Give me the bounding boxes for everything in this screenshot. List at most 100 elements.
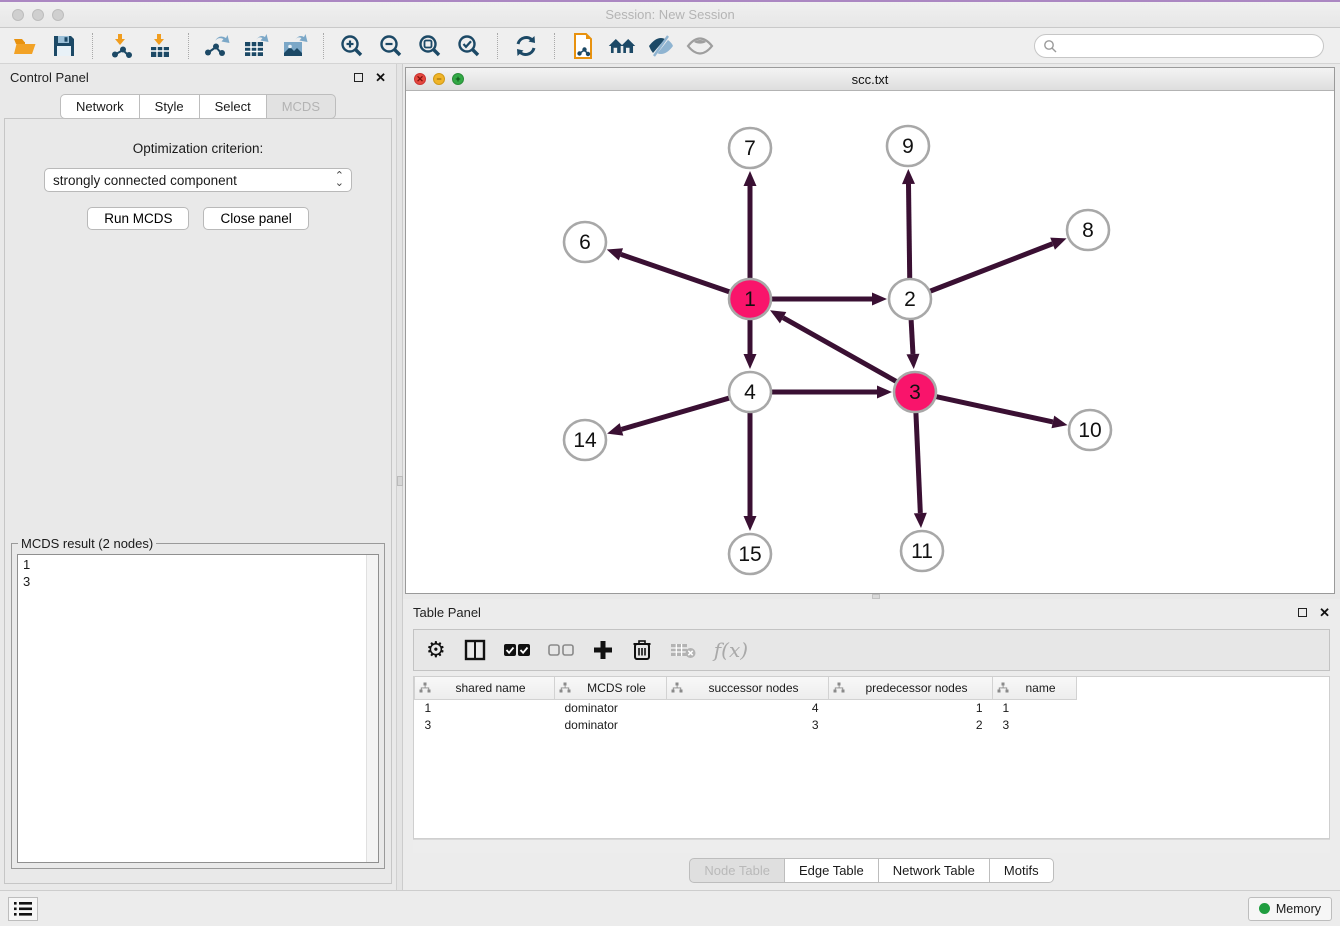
save-session-icon[interactable] <box>49 32 79 60</box>
tab-select[interactable]: Select <box>200 94 267 119</box>
column-type-icon <box>671 682 683 694</box>
edge-arrowhead <box>744 354 757 369</box>
table-row[interactable]: 3dominator323 <box>415 716 1077 733</box>
column-header[interactable]: predecessor nodes <box>829 677 993 699</box>
tab-node-table[interactable]: Node Table <box>689 858 785 883</box>
zoom-selected-icon[interactable] <box>454 32 484 60</box>
dropdown-stepper-icon: ⌃⌄ <box>335 173 343 187</box>
table-toolbar: ⚙ <box>413 629 1330 671</box>
tab-style[interactable]: Style <box>140 94 200 119</box>
control-panel-title: Control Panel <box>10 70 354 85</box>
table-cell[interactable]: 1 <box>829 699 993 716</box>
run-mcds-button[interactable]: Run MCDS <box>87 207 189 230</box>
graph-node-label: 4 <box>744 381 756 404</box>
table-hscrollbar[interactable] <box>413 839 1330 853</box>
mcds-result-title: MCDS result (2 nodes) <box>18 536 156 551</box>
graph-node-label: 8 <box>1082 219 1094 242</box>
add-row-icon[interactable] <box>592 639 614 661</box>
node-table: shared nameMCDS rolesuccessor nodesprede… <box>413 676 1330 839</box>
export-table-icon[interactable] <box>241 32 271 60</box>
delete-row-icon[interactable] <box>632 639 652 661</box>
table-cell[interactable]: 1 <box>415 699 555 716</box>
tab-motifs[interactable]: Motifs <box>990 858 1054 883</box>
hide-panel-icon[interactable] <box>646 32 676 60</box>
column-type-icon <box>419 682 431 694</box>
toolbar-separator <box>323 33 324 59</box>
search-field[interactable] <box>1034 34 1324 58</box>
horizontal-splitter[interactable] <box>403 594 1340 599</box>
edge-arrowhead <box>906 354 919 369</box>
graph-node-label: 3 <box>909 381 921 404</box>
table-panel-close-icon[interactable]: ✕ <box>1319 606 1330 619</box>
edge-arrowhead <box>744 171 757 186</box>
select-all-icon[interactable] <box>504 643 530 657</box>
edge-arrowhead <box>902 169 915 184</box>
table-cell[interactable]: 1 <box>993 699 1077 716</box>
graph-edge-3-1[interactable] <box>783 318 898 383</box>
memory-status-icon <box>1259 903 1270 914</box>
panel-splitter[interactable] <box>396 64 403 890</box>
graph-edge-4-14[interactable] <box>621 397 731 429</box>
refresh-icon[interactable] <box>511 32 541 60</box>
graph-edge-3-11[interactable] <box>916 411 920 513</box>
network-window-titlebar[interactable]: ✕ − + scc.txt <box>406 68 1334 91</box>
table-cell[interactable]: 3 <box>667 716 829 733</box>
table-panel-float-icon[interactable] <box>1298 608 1307 617</box>
close-panel-button[interactable]: Close panel <box>203 207 308 230</box>
graph-edge-2-3[interactable] <box>911 318 913 354</box>
tab-mcds[interactable]: MCDS <box>267 94 336 119</box>
column-header[interactable]: MCDS role <box>555 677 667 699</box>
zoom-in-icon[interactable] <box>337 32 367 60</box>
memory-button[interactable]: Memory <box>1248 897 1332 921</box>
table-settings-icon[interactable]: ⚙ <box>426 637 446 663</box>
control-panel-float-icon[interactable] <box>354 73 363 82</box>
mcds-result-line: 3 <box>23 574 373 591</box>
column-header[interactable]: name <box>993 677 1077 699</box>
new-network-from-file-icon[interactable] <box>568 32 598 60</box>
table-cell[interactable]: 3 <box>415 716 555 733</box>
column-header[interactable]: shared name <box>415 677 555 699</box>
graph-edge-1-6[interactable] <box>621 254 732 292</box>
tab-network[interactable]: Network <box>60 94 140 119</box>
table-cell[interactable]: 4 <box>667 699 829 716</box>
table-row[interactable]: 1dominator411 <box>415 699 1077 716</box>
show-columns-icon[interactable] <box>464 639 486 661</box>
home-icon[interactable] <box>607 32 637 60</box>
graph-edge-3-10[interactable] <box>934 396 1053 422</box>
network-canvas[interactable]: 7968124314101511 <box>406 91 1334 593</box>
task-history-button[interactable] <box>8 897 38 921</box>
table-cell[interactable]: 3 <box>993 716 1077 733</box>
splitter-grip[interactable] <box>872 594 880 599</box>
control-panel-close-icon[interactable]: ✕ <box>375 71 386 84</box>
graph-node-label: 9 <box>902 135 914 158</box>
edge-arrowhead <box>607 423 623 435</box>
optimization-criterion-dropdown[interactable]: strongly connected component ⌃⌄ <box>44 168 352 192</box>
result-scrollbar[interactable] <box>366 555 378 862</box>
zoom-out-icon[interactable] <box>376 32 406 60</box>
zoom-fit-icon[interactable] <box>415 32 445 60</box>
table-cell[interactable]: dominator <box>555 699 667 716</box>
window-title: Session: New Session <box>0 7 1340 22</box>
function-builder-icon[interactable]: f(x) <box>714 638 748 662</box>
export-image-icon[interactable] <box>280 32 310 60</box>
tab-network-table[interactable]: Network Table <box>879 858 990 883</box>
graph-node-label: 10 <box>1078 419 1101 442</box>
graph-edge-2-8[interactable] <box>928 244 1053 292</box>
show-panel-icon[interactable] <box>685 32 715 60</box>
graph-edge-2-9[interactable] <box>908 184 909 280</box>
open-session-icon[interactable] <box>10 32 40 60</box>
import-network-icon[interactable] <box>106 32 136 60</box>
export-network-icon[interactable] <box>202 32 232 60</box>
mcds-result-group: MCDS result (2 nodes) 1 3 <box>11 543 385 869</box>
delete-table-icon[interactable] <box>670 641 696 659</box>
column-header[interactable]: successor nodes <box>667 677 829 699</box>
splitter-grip[interactable] <box>397 476 403 486</box>
search-icon <box>1043 39 1057 53</box>
import-table-icon[interactable] <box>145 32 175 60</box>
search-input[interactable] <box>1062 39 1315 53</box>
tab-edge-table[interactable]: Edge Table <box>785 858 879 883</box>
deselect-all-icon[interactable] <box>548 643 574 657</box>
table-cell[interactable]: 2 <box>829 716 993 733</box>
table-cell[interactable]: dominator <box>555 716 667 733</box>
edge-arrowhead <box>744 516 757 531</box>
